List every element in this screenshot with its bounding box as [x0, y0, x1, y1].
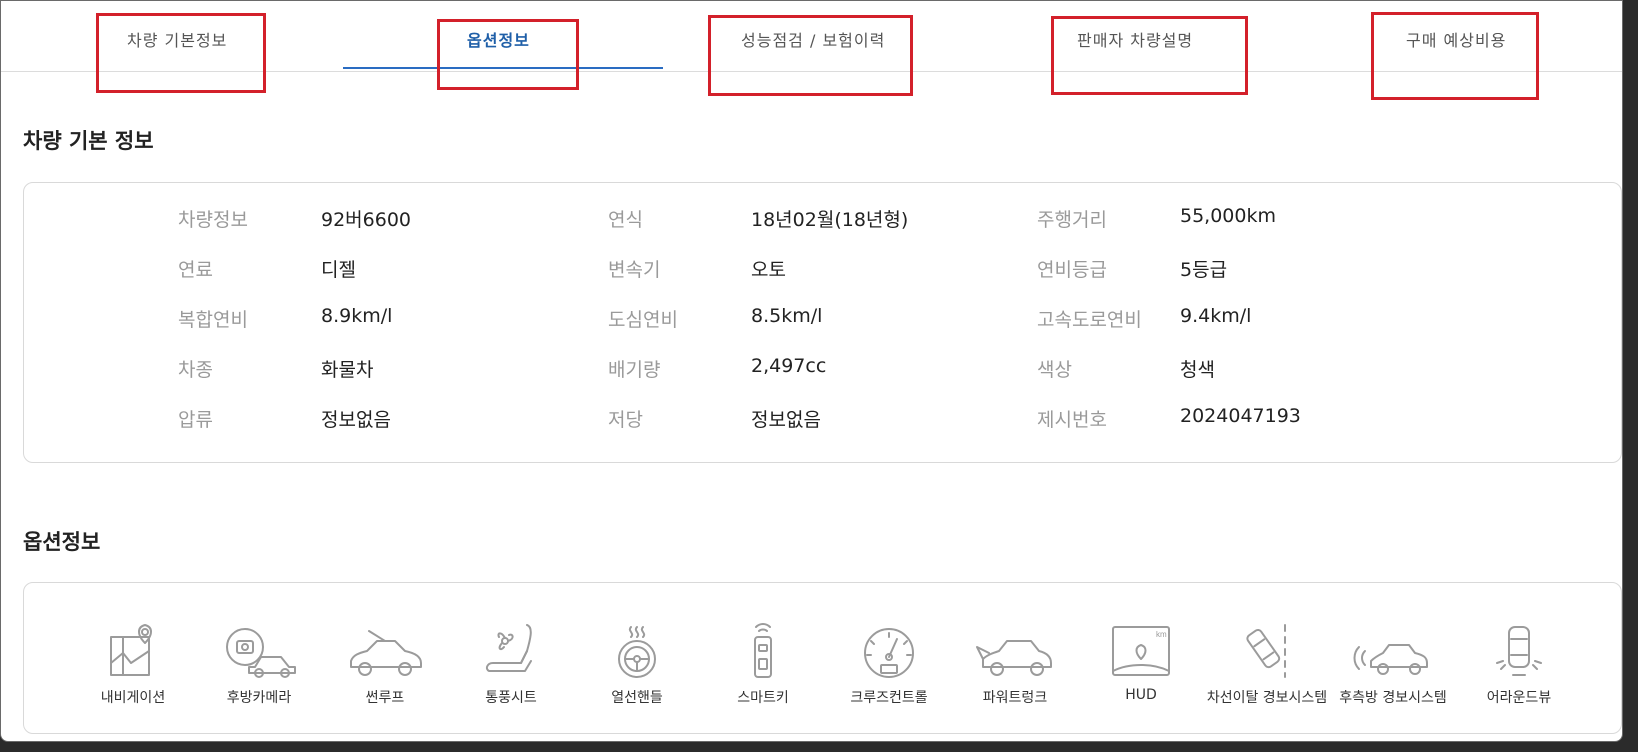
info-value: 9.4km/l	[1180, 305, 1252, 327]
lane-departure-icon	[1246, 624, 1286, 678]
info-value: 8.5km/l	[751, 305, 823, 327]
info-label: 연식	[608, 209, 643, 231]
highlight-box	[96, 13, 266, 93]
basic-info-card: 차량정보 92버6600 연식 18년02월(18년형) 주행거리 55,000…	[23, 182, 1622, 463]
info-label: 저당	[608, 409, 643, 431]
option-sunroof: 썬루프	[320, 623, 450, 707]
info-label: 복합연비	[178, 309, 248, 331]
info-label: 배기량	[608, 359, 661, 381]
info-value: 2024047193	[1180, 405, 1301, 427]
cruise-control-icon	[864, 628, 914, 678]
info-value: 오토	[751, 259, 786, 281]
basic-info-title: 차량 기본 정보	[23, 129, 154, 153]
info-value: 5등급	[1180, 259, 1228, 281]
option-label: 열선핸들	[611, 690, 663, 706]
option-lane-departure: 차선이탈 경보시스템	[1202, 623, 1332, 707]
option-label: 썬루프	[365, 690, 405, 706]
info-label: 변속기	[608, 259, 661, 281]
ventilated-seat-icon	[485, 624, 532, 672]
info-value: 2,497cc	[751, 355, 827, 377]
option-label: 파워트렁크	[982, 690, 1048, 706]
power-trunk-icon	[976, 640, 1052, 676]
info-value: 55,000km	[1180, 205, 1276, 227]
info-value: 청색	[1180, 359, 1215, 381]
info-row: 차종 화물차 배기량 2,497cc 색상 청색	[24, 355, 1621, 383]
option-power-trunk: 파워트렁크	[950, 623, 1080, 707]
highlight-box	[708, 15, 913, 96]
around-view-icon	[1496, 626, 1542, 676]
info-row: 연료 디젤 변속기 오토 연비등급 5등급	[24, 255, 1621, 283]
info-value: 정보없음	[751, 409, 821, 431]
page-frame: 차량 기본정보 옵션정보 성능점검 / 보험이력 판매자 차량설명 구매 예상비…	[0, 0, 1623, 742]
info-value: 화물차	[321, 359, 374, 381]
info-value: 92버6600	[321, 209, 412, 231]
options-title: 옵션정보	[23, 530, 101, 554]
info-label: 연료	[178, 259, 213, 281]
smart-key-icon	[754, 623, 772, 678]
option-label: 후방카메라	[226, 690, 292, 706]
info-label: 도심연비	[608, 309, 678, 331]
option-label: 크루즈컨트롤	[850, 690, 928, 706]
option-around-view: 어라운드뷰	[1454, 623, 1584, 707]
info-row: 압류 정보없음 저당 정보없음 제시번호 2024047193	[24, 405, 1621, 433]
option-rear-camera: 후방카메라	[194, 623, 324, 707]
navigation-icon	[110, 624, 152, 676]
option-heated-steering: 열선핸들	[572, 623, 702, 707]
info-label: 차종	[178, 359, 213, 381]
options-card: 내비게이션 후방카메라 썬루프 통풍시트 열선핸들 스마트키 크루즈컨트롤 파워…	[23, 582, 1622, 734]
option-hud: km HUD	[1076, 623, 1206, 703]
sunroof-icon	[350, 630, 422, 676]
info-label: 제시번호	[1037, 409, 1107, 431]
option-ventilated-seat: 통풍시트	[446, 623, 576, 707]
highlight-box	[437, 19, 579, 90]
option-label: HUD	[1125, 687, 1157, 703]
option-label: 차선이탈 경보시스템	[1206, 690, 1328, 706]
info-label: 연비등급	[1037, 259, 1107, 281]
info-value: 18년02월(18년형)	[751, 209, 909, 231]
info-label: 색상	[1037, 359, 1072, 381]
highlight-box	[1371, 12, 1539, 100]
option-label: 내비게이션	[100, 690, 166, 706]
option-label: 후측방 경보시스템	[1339, 690, 1447, 706]
option-label: 어라운드뷰	[1486, 690, 1552, 706]
info-value: 정보없음	[321, 409, 391, 431]
info-label: 차량정보	[178, 209, 248, 231]
option-smart-key: 스마트키	[698, 623, 828, 707]
heated-steering-icon	[618, 626, 656, 678]
option-label: 스마트키	[737, 690, 789, 706]
hud-icon: km	[1112, 626, 1170, 676]
rear-camera-icon	[226, 628, 296, 678]
info-label: 고속도로연비	[1037, 309, 1142, 331]
option-blind-spot: 후측방 경보시스템	[1328, 623, 1458, 707]
blind-spot-icon	[1353, 644, 1428, 675]
option-cruise-control: 크루즈컨트롤	[824, 623, 954, 707]
info-row: 차량정보 92버6600 연식 18년02월(18년형) 주행거리 55,000…	[24, 205, 1621, 233]
highlight-box	[1051, 16, 1248, 95]
hud-km-label: km	[1156, 630, 1167, 639]
option-label: 통풍시트	[485, 690, 537, 706]
info-label: 압류	[178, 409, 213, 431]
info-value: 8.9km/l	[321, 305, 393, 327]
option-navigation: 내비게이션	[68, 623, 198, 707]
info-value: 디젤	[321, 259, 356, 281]
info-label: 주행거리	[1037, 209, 1107, 231]
info-row: 복합연비 8.9km/l 도심연비 8.5km/l 고속도로연비 9.4km/l	[24, 305, 1621, 333]
